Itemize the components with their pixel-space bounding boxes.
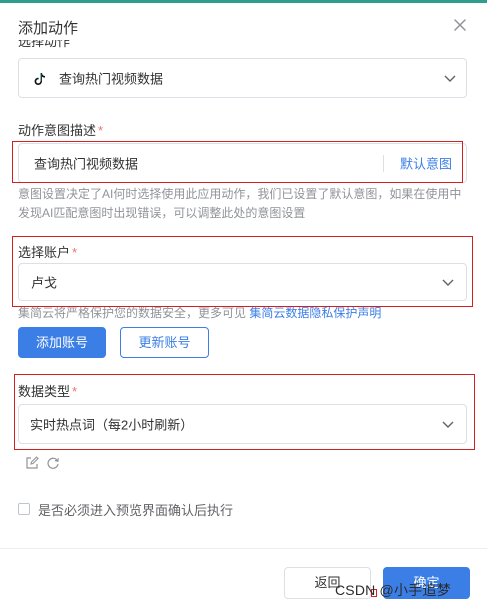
input-divider (383, 155, 384, 172)
intent-help-text: 意图设置决定了AI何时选择使用此应用动作，我们已设置了默认意图，如果在使用中发现… (18, 187, 462, 220)
data-type-select[interactable]: 实时热点词（每2小时刷新） (18, 404, 467, 444)
account-field-label: 选择账户 * (18, 245, 78, 260)
refresh-icon[interactable] (46, 456, 60, 470)
intent-input-value: 查询热门视频数据 (34, 156, 139, 172)
account-select-value: 卢戈 (31, 275, 58, 291)
dialog-title: 添加动作 (18, 20, 79, 37)
intent-field-label: 动作意图描述 * (18, 123, 104, 138)
account-select[interactable]: 卢戈 (18, 263, 467, 301)
dialog-header: 添加动作 (0, 3, 487, 45)
action-field-label: 选择动作 (18, 40, 71, 48)
data-type-field-label: 数据类型 * (18, 384, 78, 399)
edit-icon[interactable] (25, 456, 39, 470)
update-account-button[interactable]: 更新账号 (120, 327, 209, 358)
confirm-preview-label[interactable]: 是否必须进入预览界面确认后执行 (38, 500, 233, 519)
footer-divider (0, 548, 487, 549)
data-type-select-value: 实时热点词（每2小时刷新） (30, 417, 194, 433)
action-select[interactable]: 查询热门视频数据 (18, 58, 467, 98)
chevron-down-icon (444, 75, 456, 82)
csdn-watermark: CSDN @小手追梦 (335, 582, 451, 598)
default-intent-link[interactable]: 默认意图 (400, 154, 452, 173)
tiktok-icon (34, 73, 45, 85)
chevron-down-icon (442, 421, 454, 428)
chevron-down-icon (442, 279, 454, 286)
action-select-value: 查询热门视频数据 (59, 71, 164, 87)
intent-input[interactable]: 查询热门视频数据 默认意图 (18, 143, 467, 183)
add-account-button[interactable]: 添加账号 (18, 327, 106, 358)
confirm-preview-checkbox[interactable] (18, 503, 30, 515)
privacy-policy-link[interactable]: 集简云数据隐私保护声明 (249, 306, 381, 320)
close-icon[interactable] (450, 15, 470, 35)
privacy-notice-text: 集简云将严格保护您的数据安全，更多可见 (18, 306, 247, 320)
privacy-notice: 集简云将严格保护您的数据安全，更多可见 集简云数据隐私保护声明 (18, 304, 381, 321)
